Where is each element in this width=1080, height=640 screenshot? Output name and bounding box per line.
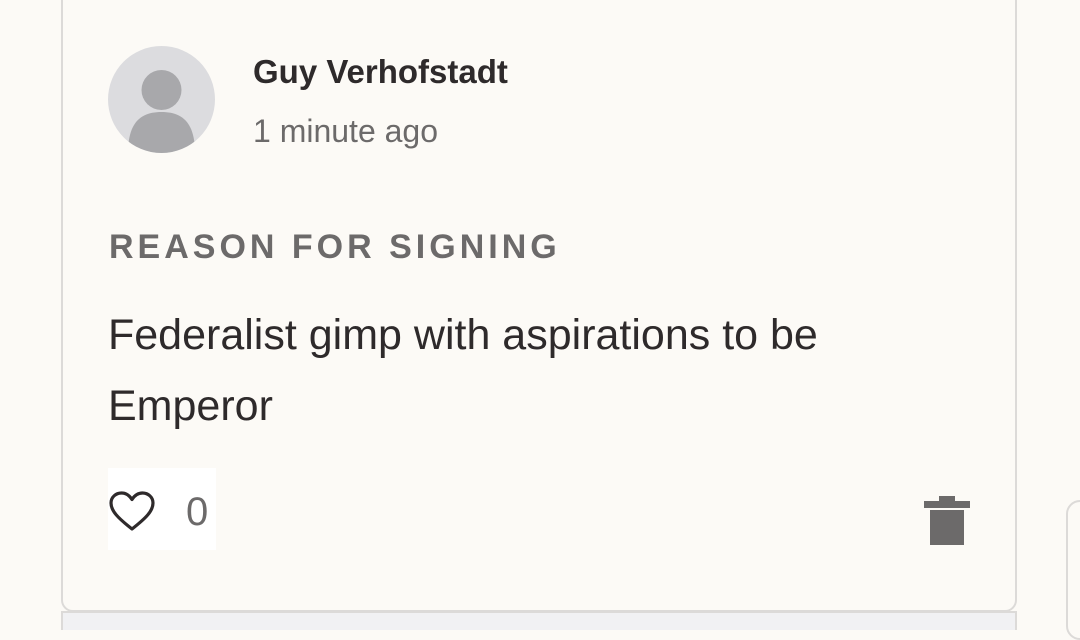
like-count: 0	[186, 490, 209, 534]
trash-icon	[924, 496, 970, 545]
comment-timestamp: 1 minute ago	[253, 113, 439, 149]
avatar	[108, 46, 215, 153]
reason-text: Federalist gimp with aspirations to be E…	[108, 311, 818, 430]
like-button[interactable]: 0	[108, 468, 216, 550]
delete-button[interactable]	[920, 494, 974, 548]
next-card-edge	[61, 611, 1017, 630]
user-silhouette-icon	[128, 70, 195, 153]
heart-outline-icon	[109, 491, 155, 531]
author-name[interactable]: Guy Verhofstadt	[253, 53, 508, 91]
side-panel-edge	[1066, 500, 1080, 640]
reason-heading: REASON FOR SIGNING	[109, 228, 561, 266]
